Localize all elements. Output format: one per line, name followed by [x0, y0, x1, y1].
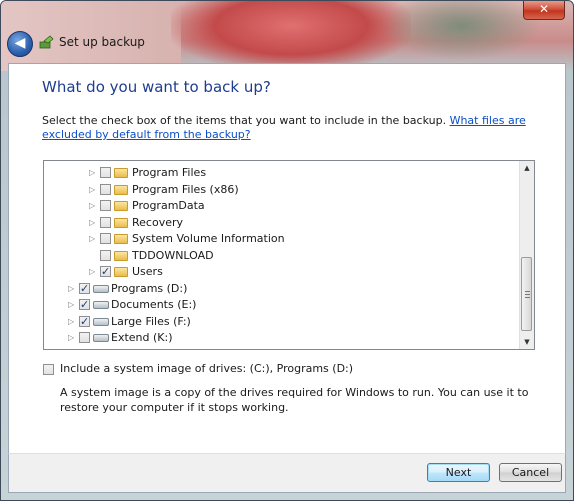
grip-line	[525, 294, 530, 295]
window-title: Set up backup	[59, 35, 145, 49]
folder-icon	[114, 201, 128, 211]
expand-arrow-icon[interactable]: ▷	[68, 281, 76, 297]
tree-item-folder[interactable]: ▷ Users	[44, 264, 514, 280]
tree-item-label: Programs (D:)	[111, 281, 188, 295]
expand-arrow-icon[interactable]: ▷	[89, 215, 97, 231]
expand-arrow-icon[interactable]: ▷	[68, 330, 76, 346]
instruction-label: Select the check box of the items that y…	[42, 114, 447, 127]
tree-item-label: Program Files	[132, 166, 207, 179]
expand-arrow-icon[interactable]: ▷	[89, 264, 97, 280]
tree-item-checkbox[interactable]	[100, 216, 111, 228]
tree-item-folder[interactable]: ▷ System Volume Information	[44, 231, 514, 247]
tree-item-checkbox[interactable]	[79, 332, 90, 343]
grip-line	[525, 297, 530, 298]
folder-icon	[114, 267, 128, 277]
tree-item-folder[interactable]: TDDOWNLOAD	[44, 248, 514, 264]
tree-item-label: System Volume Information	[132, 232, 285, 245]
cancel-button[interactable]: Cancel	[499, 463, 562, 482]
folder-icon	[114, 234, 128, 244]
tree-item-drive[interactable]: ▷ Programs (D:)	[44, 281, 514, 297]
tree-item-checkbox[interactable]	[100, 249, 111, 261]
tree-item-folder[interactable]: ▷ Recovery	[44, 215, 514, 231]
close-icon: ✕	[538, 2, 550, 16]
tree-item-checkbox[interactable]	[79, 314, 90, 330]
close-button[interactable]: ✕	[523, 1, 565, 20]
expand-arrow-icon[interactable]: ▷	[68, 297, 76, 313]
backup-items-tree[interactable]: ▷ Program Files ▷ Program Files (x86) ▷ Progr…	[43, 160, 535, 350]
grip-line	[525, 291, 530, 292]
folder-icon	[114, 250, 128, 261]
content-panel: What do you want to back up? Select the …	[8, 63, 566, 455]
window-frame: ✕ ◀ Set up backup What do you want to ba…	[0, 0, 574, 501]
tree-item-checkbox[interactable]	[79, 281, 90, 297]
expand-arrow-icon[interactable]: ▷	[89, 165, 97, 181]
tree-item-label: Users	[132, 265, 163, 278]
tree-item-label: Extend (K:)	[111, 331, 173, 344]
folder-icon	[114, 168, 128, 178]
tree-item-checkbox[interactable]	[100, 200, 111, 211]
scrollbar-thumb[interactable]	[521, 257, 532, 331]
drive-icon	[93, 301, 109, 309]
tree-item-label: Large Files (F:)	[111, 314, 191, 328]
tree-item-folder[interactable]: ▷ ProgramData	[44, 198, 514, 214]
instruction-text: Select the check box of the items that y…	[42, 114, 532, 142]
folder-icon	[114, 184, 128, 195]
back-arrow-icon: ◀	[14, 35, 26, 51]
tree-item-folder[interactable]: ▷ Program Files (x86)	[44, 182, 514, 198]
backup-app-icon	[39, 35, 54, 49]
glass-background-dark	[381, 1, 541, 61]
back-button[interactable]: ◀	[7, 31, 33, 57]
next-button[interactable]: Next	[427, 463, 490, 482]
tree-item-folder[interactable]: ▷ Program Files	[44, 165, 514, 181]
tree-item-checkbox[interactable]	[100, 233, 111, 244]
drive-icon	[93, 334, 109, 342]
expand-arrow-icon[interactable]: ▷	[68, 314, 76, 330]
footer-bar: Next Cancel	[8, 453, 566, 493]
system-image-description: A system image is a copy of the drives r…	[60, 386, 529, 414]
scroll-up-arrow-icon[interactable]: ▲	[520, 161, 534, 175]
tree-item-drive[interactable]: ▷ Large Files (F:)	[44, 314, 514, 330]
tree-item-label: Documents (E:)	[111, 298, 197, 311]
tree-item-checkbox[interactable]	[100, 264, 111, 280]
expand-arrow-icon[interactable]: ▷	[89, 182, 97, 198]
tree-item-drive[interactable]: ▷ Documents (E:)	[44, 297, 514, 313]
tree-item-label: TDDOWNLOAD	[132, 248, 214, 262]
folder-icon	[114, 217, 128, 228]
page-heading: What do you want to back up?	[42, 78, 271, 96]
system-image-label[interactable]: Include a system image of drives: (C:), …	[60, 362, 353, 375]
tree-item-label: Program Files (x86)	[132, 182, 239, 196]
tree-item-checkbox[interactable]	[100, 167, 111, 178]
tree-item-label: Recovery	[132, 215, 184, 229]
glass-background-red	[171, 1, 411, 71]
drive-icon	[93, 317, 109, 326]
drive-icon	[93, 284, 109, 293]
scroll-down-arrow-icon[interactable]: ▼	[520, 335, 534, 349]
tree-list: ▷ Program Files ▷ Program Files (x86) ▷ Progr…	[44, 161, 520, 349]
tree-item-drive[interactable]: ▷ Extend (K:)	[44, 330, 514, 346]
tree-item-checkbox[interactable]	[79, 297, 90, 313]
system-image-checkbox[interactable]	[43, 364, 54, 375]
tree-item-label: ProgramData	[132, 199, 205, 212]
tree-item-checkbox[interactable]	[100, 183, 111, 195]
expand-arrow-icon[interactable]: ▷	[89, 231, 97, 247]
tree-scrollbar[interactable]: ▲ ▼	[519, 161, 534, 349]
expand-arrow-icon[interactable]: ▷	[89, 198, 97, 214]
